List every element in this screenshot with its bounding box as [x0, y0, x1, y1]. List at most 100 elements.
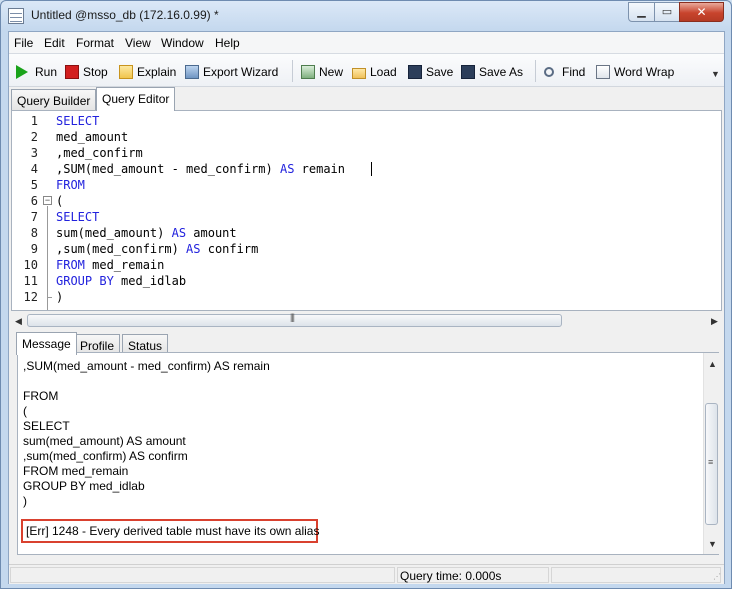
code-line[interactable]: 8 sum(med_amount) AS amount	[12, 225, 712, 241]
new-query-icon	[301, 65, 315, 79]
export-icon	[185, 65, 199, 79]
explain-button[interactable]: Explain	[119, 63, 176, 81]
run-button[interactable]: Run	[16, 63, 57, 81]
code-line[interactable]: 9 ,sum(med_confirm) AS confirm	[12, 241, 712, 257]
code-text: )	[56, 289, 63, 305]
export-wizard-button[interactable]: Export Wizard	[185, 63, 278, 81]
window-title: Untitled @msso_db (172.16.0.99) *	[31, 8, 219, 22]
code-line[interactable]: 5 FROM	[12, 177, 712, 193]
title-bar[interactable]: Untitled @msso_db (172.16.0.99) * ▁ ▭ ✕	[1, 1, 731, 31]
scrollbar-thumb[interactable]: ≡	[705, 403, 718, 525]
stop-button[interactable]: Stop	[65, 63, 108, 81]
toolbar-separator	[292, 60, 293, 82]
code-line[interactable]: 7 SELECT	[12, 209, 712, 225]
scroll-down-icon[interactable]: ▼	[708, 539, 717, 549]
sql-text: ,sum(med_confirm)	[56, 242, 187, 256]
scroll-up-icon[interactable]: ▲	[708, 359, 717, 369]
tab-message[interactable]: Message	[16, 332, 77, 355]
resize-grip-icon[interactable]: ⋰	[713, 572, 721, 581]
table-icon	[8, 8, 24, 24]
message-vertical-scrollbar[interactable]: ▲ ≡ ▼	[703, 353, 719, 554]
code-text: GROUP BY med_idlab	[56, 273, 186, 289]
menu-edit[interactable]: Edit	[44, 36, 65, 50]
code-line[interactable]: 4 ,SUM(med_amount - med_confirm) AS remai…	[12, 161, 712, 177]
editor-horizontal-scrollbar[interactable]: ◀ ||| ▶	[11, 312, 722, 329]
tab-profile[interactable]: Profile	[74, 334, 121, 354]
menu-bar: File Edit Format View Window Help	[9, 32, 724, 54]
app-window: Untitled @msso_db (172.16.0.99) * ▁ ▭ ✕ …	[0, 0, 732, 589]
new-button[interactable]: New	[301, 63, 343, 81]
maximize-button[interactable]: ▭	[654, 2, 680, 22]
tab-query-editor[interactable]: Query Editor	[96, 87, 176, 111]
minimize-button[interactable]: ▁	[628, 2, 655, 22]
code-text: ,med_confirm	[56, 145, 143, 161]
load-button[interactable]: Load	[352, 63, 397, 81]
message-line: (	[23, 404, 27, 418]
error-highlight-box: [Err] 1248 - Every derived table must ha…	[21, 519, 320, 543]
tab-query-builder[interactable]: Query Builder	[11, 89, 97, 111]
scrollbar-thumb[interactable]: |||	[27, 312, 562, 327]
message-panel: ,SUM(med_amount - med_confirm) AS remain…	[17, 352, 719, 555]
scroll-right-icon[interactable]: ▶	[711, 316, 718, 327]
folder-icon	[352, 67, 366, 79]
save-icon	[408, 65, 422, 79]
line-number: 2	[30, 130, 38, 144]
query-time: Query time: 0.000s	[400, 569, 502, 583]
chevron-down-icon[interactable]: ▼	[711, 69, 720, 79]
sql-keyword: SELECT	[56, 114, 100, 128]
sql-editor[interactable]: 1 SELECT 2 med_amount 3 ,med_confirm 4 ,SUM(med…	[11, 110, 722, 311]
sql-text: sum(med_amount)	[56, 226, 172, 240]
word-wrap-label: Word Wrap	[614, 65, 675, 79]
code-line[interactable]: 12)	[12, 289, 712, 305]
explain-icon	[119, 65, 133, 79]
fold-toggle-icon[interactable]: −	[43, 196, 52, 205]
client-area: File Edit Format View Window Help Run St…	[8, 31, 725, 584]
menu-help[interactable]: Help	[215, 36, 240, 50]
code-text: SELECT	[56, 209, 99, 225]
save-button[interactable]: Save	[408, 63, 453, 81]
line-number: 3	[30, 146, 38, 160]
message-line: SELECT	[23, 419, 70, 433]
code-line[interactable]: 3 ,med_confirm	[12, 145, 712, 161]
find-button[interactable]: Find	[544, 63, 585, 81]
code-line[interactable]: 2 med_amount	[12, 129, 712, 145]
status-segment	[10, 567, 395, 583]
close-button[interactable]: ✕	[679, 2, 724, 22]
result-tabs: Message Profile Status	[16, 332, 316, 355]
code-line[interactable]: 11 GROUP BY med_idlab	[12, 273, 712, 289]
sql-text: remain	[294, 162, 345, 176]
fold-guide	[47, 206, 48, 310]
menu-window[interactable]: Window	[161, 36, 204, 50]
sql-text: ,SUM(med_amount - med_confirm)	[56, 162, 280, 176]
grip-icon: ≡	[708, 457, 714, 467]
play-icon	[16, 65, 28, 79]
message-line: )	[23, 494, 27, 508]
code-text: sum(med_amount) AS amount	[56, 225, 237, 241]
magnifier-icon	[544, 67, 554, 77]
code-line[interactable]: 6(	[12, 193, 712, 209]
tab-status[interactable]: Status	[122, 334, 169, 354]
menu-file[interactable]: File	[14, 36, 33, 50]
error-message: [Err] 1248 - Every derived table must ha…	[26, 524, 320, 538]
code-text: med_amount	[56, 129, 128, 145]
text-caret	[371, 162, 372, 176]
new-label: New	[319, 65, 344, 79]
save-as-label: Save As	[479, 65, 524, 79]
code-line[interactable]: 10 FROM med_remain	[12, 257, 712, 273]
sql-keyword: FROM	[56, 178, 85, 192]
save-as-button[interactable]: Save As	[461, 63, 523, 81]
line-number: 6	[30, 194, 38, 208]
menu-format[interactable]: Format	[76, 36, 114, 50]
status-bar: Query time: 0.000s ⋰	[9, 564, 724, 584]
code-line[interactable]: 1 SELECT	[12, 113, 712, 129]
sql-text: ,med_confirm	[56, 146, 143, 160]
message-line: sum(med_amount) AS amount	[23, 434, 186, 448]
scroll-left-icon[interactable]: ◀	[15, 316, 22, 327]
toolbar-separator	[535, 60, 536, 82]
sql-keyword: FROM	[56, 258, 85, 272]
menu-view[interactable]: View	[125, 36, 151, 50]
sql-text: (	[56, 194, 64, 208]
code-text: FROM	[56, 177, 85, 193]
word-wrap-button[interactable]: Word Wrap	[596, 63, 674, 81]
sql-keyword: AS	[171, 226, 187, 240]
